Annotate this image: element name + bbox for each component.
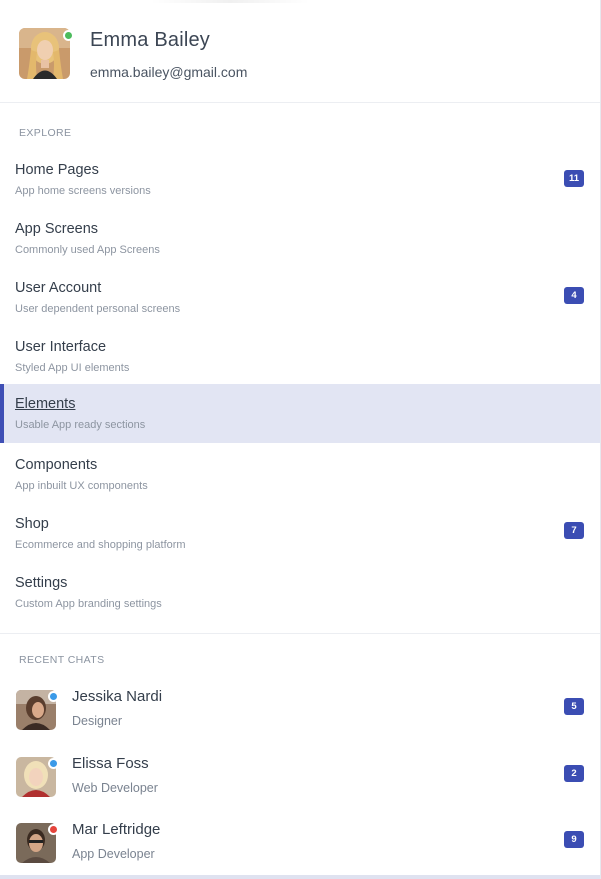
chat-status-dot [48,758,59,769]
menu-item-label: App Screens [15,221,99,237]
menu-item-description: User dependent personal screens [15,303,181,315]
chat-item-jessika-nardi[interactable]: Jessika Nardi Designer 5 [0,688,600,756]
menu-item-app-screens[interactable]: App Screens Commonly used App Screens [0,209,600,268]
menu-item-components[interactable]: Components App inbuilt UX components [0,445,600,504]
chat-count-badge: 2 [564,765,584,782]
menu-item-description: App home screens versions [15,185,151,197]
explore-section-title: EXPLORE [19,127,72,139]
menu-item-label: Components [15,457,98,473]
chat-name: Elissa Foss [72,755,149,772]
menu-item-elements[interactable]: Elements Usable App ready sections [0,384,600,443]
profile-email: emma.bailey@gmail.com [90,64,248,80]
menu-item-user-account[interactable]: User Account User dependent personal scr… [0,268,600,327]
chat-name: Mar Leftridge [72,821,161,838]
chat-item-mar-leftridge[interactable]: Mar Leftridge App Developer 9 [0,821,600,879]
section-divider [0,633,600,634]
chat-item-elissa-foss[interactable]: Elissa Foss Web Developer 2 [0,755,600,823]
recent-chats-section-title: RECENT CHATS [19,654,105,666]
bottom-bar [0,875,600,879]
chat-status-dot [48,691,59,702]
menu-item-description: Ecommerce and shopping platform [15,539,186,551]
menu-item-label: User Account [15,280,102,296]
sidebar-panel: Emma Bailey emma.bailey@gmail.com EXPLOR… [0,0,601,879]
chat-status-dot [48,824,59,835]
chat-count-badge: 5 [564,698,584,715]
menu-item-settings[interactable]: Settings Custom App branding settings [0,563,600,622]
menu-item-user-interface[interactable]: User Interface Styled App UI elements [0,327,600,386]
chat-role: App Developer [72,847,155,861]
count-badge: 4 [564,287,584,304]
chat-role: Web Developer [72,781,158,795]
menu-item-home-pages[interactable]: Home Pages App home screens versions 11 [0,150,600,209]
menu-item-shop[interactable]: Shop Ecommerce and shopping platform 7 [0,504,600,563]
chat-role: Designer [72,714,123,728]
menu-item-label: Settings [15,575,68,591]
menu-item-label: User Interface [15,339,107,355]
menu-item-label: Home Pages [15,162,99,178]
profile-name: Emma Bailey [90,29,211,51]
chat-name: Jessika Nardi [72,688,163,705]
menu-item-label: Elements [15,396,76,412]
count-badge: 7 [564,522,584,539]
menu-item-label: Shop [15,516,49,532]
menu-item-description: App inbuilt UX components [15,480,148,492]
menu-item-description: Custom App branding settings [15,598,162,610]
menu-item-description: Commonly used App Screens [15,244,160,256]
profile-header[interactable]: Emma Bailey emma.bailey@gmail.com [0,0,600,103]
menu-item-description: Styled App UI elements [15,362,130,374]
online-status-dot [63,30,74,41]
count-badge: 11 [564,170,584,187]
menu-item-description: Usable App ready sections [15,419,146,431]
chat-count-badge: 9 [564,831,584,848]
